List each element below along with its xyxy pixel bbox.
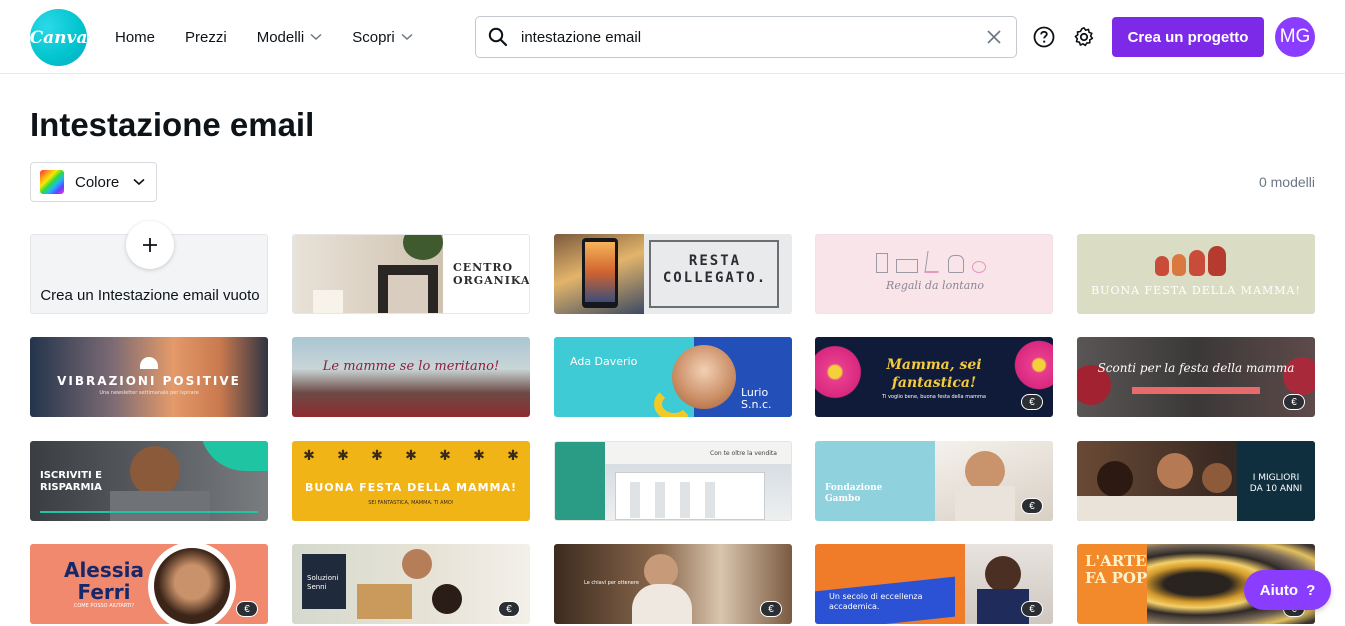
template-text: Ada Daverio	[570, 355, 638, 368]
plus-icon	[126, 221, 174, 269]
template-text: accademica.	[829, 602, 880, 611]
premium-badge: €	[760, 601, 782, 617]
help-chat-button[interactable]: Aiuto ?	[1244, 570, 1331, 610]
template-thumbnail[interactable]: Regali da lontano	[815, 234, 1053, 314]
premium-badge: €	[1021, 601, 1043, 617]
nav-modelli-label: Modelli	[256, 28, 305, 46]
template-text: ISCRIVITI E	[40, 470, 102, 481]
template-thumbnail[interactable]: I MIGLIORI DA 10 ANNI	[1077, 441, 1315, 521]
template-text: Senni	[307, 583, 327, 591]
gear-icon[interactable]	[1072, 25, 1096, 49]
template-thumbnail[interactable]: Con te oltre la vendita	[554, 441, 792, 521]
template-text: Alessia	[63, 558, 145, 582]
template-text: COLLEGATO.	[662, 270, 768, 286]
template-text: Soluzioni	[307, 574, 339, 582]
nav-modelli[interactable]: Modelli	[257, 29, 323, 46]
premium-badge: €	[236, 601, 258, 617]
nav-home-label: Home	[115, 28, 156, 46]
template-thumbnail[interactable]: VIBRAZIONI POSITIVE Una newsletter setti…	[30, 337, 268, 417]
template-text: CENTRO	[453, 261, 514, 274]
chevron-down-icon	[310, 33, 322, 41]
create-blank-tile[interactable]: Crea un Intestazione email vuoto	[30, 221, 268, 314]
nav-prezzi[interactable]: Prezzi	[185, 29, 227, 46]
template-text: ORGANIKA	[453, 274, 530, 287]
main-nav: Home Prezzi Modelli Scopri	[115, 0, 443, 74]
color-swatch-icon	[40, 170, 64, 194]
template-text: Gambo	[825, 494, 861, 504]
template-thumbnail[interactable]: BUONA FESTA DELLA MAMMA!	[1077, 234, 1315, 314]
color-filter-label: Colore	[75, 173, 120, 191]
nav-scopri[interactable]: Scopri	[352, 29, 413, 46]
template-thumbnail[interactable]: RESTA COLLEGATO.	[554, 234, 792, 314]
template-text: Mamma, sei	[886, 357, 982, 373]
template-text: Le mamme se lo meritano!	[322, 359, 500, 374]
template-text: S.n.c.	[741, 398, 772, 411]
template-text: BUONA FESTA DELLA MAMMA!	[304, 481, 518, 494]
template-thumbnail[interactable]: Un secolo di eccellenza accademica. €	[815, 544, 1053, 624]
template-thumbnail[interactable]: Alessia Ferri COME POSSO AIUTARTI? €	[30, 544, 268, 624]
create-project-button[interactable]: Crea un progetto	[1112, 17, 1264, 57]
template-text: SEI FANTASTICA, MAMMA. TI AMO!	[368, 500, 454, 506]
template-text: L'ARTE	[1085, 552, 1147, 570]
template-text: I MIGLIORI	[1252, 473, 1300, 483]
chevron-down-icon	[401, 33, 413, 41]
template-text: BUONA FESTA DELLA MAMMA!	[1091, 284, 1301, 297]
clear-search-icon[interactable]	[984, 27, 1004, 47]
template-thumbnail[interactable]: Mamma, sei fantastica! Ti voglio bene, b…	[815, 337, 1053, 417]
color-filter-dropdown[interactable]: Colore	[30, 162, 157, 202]
premium-badge: €	[498, 601, 520, 617]
premium-badge: €	[1283, 394, 1305, 410]
search-bar	[475, 16, 1017, 58]
template-text: Un secolo di eccellenza	[829, 592, 923, 601]
template-text: Fondazione	[825, 483, 883, 493]
template-thumbnail[interactable]: Le chiavi per ottenere €	[554, 544, 792, 624]
nav-prezzi-label: Prezzi	[185, 28, 227, 46]
template-text: fantastica!	[891, 375, 977, 391]
template-text: Con te oltre la vendita	[710, 450, 777, 457]
chevron-down-icon	[133, 178, 145, 186]
logo-text: Canva	[29, 27, 88, 48]
premium-badge: €	[1021, 498, 1043, 514]
template-thumbnail[interactable]: ✱ ✱ ✱ ✱ ✱ ✱ ✱ BUONA FESTA DELLA MAMMA! SEI FAN…	[292, 441, 530, 521]
question-mark-icon: ?	[1306, 581, 1316, 599]
template-text: VIBRAZIONI POSITIVE	[57, 374, 241, 388]
page-title: Intestazione email	[30, 106, 315, 143]
template-text: RESTA	[688, 253, 742, 269]
template-text: Le chiavi per ottenere	[584, 580, 639, 586]
canva-logo[interactable]: Canva	[30, 9, 87, 66]
template-count: 0 modelli	[1258, 174, 1315, 190]
template-thumbnail[interactable]: Fondazione Gambo €	[815, 441, 1053, 521]
template-text: Sconti per la festa della mamma	[1097, 361, 1295, 375]
template-thumbnail[interactable]: Soluzioni Senni €	[292, 544, 530, 624]
template-text: Ti voglio bene, buona festa della mamma	[882, 394, 986, 400]
top-navigation-bar: Canva Home Prezzi Modelli Scopri Crea un…	[0, 0, 1345, 74]
template-thumbnail[interactable]: Sconti per la festa della mamma €	[1077, 337, 1315, 417]
template-text: Una newsletter settimanale per ispirare	[99, 390, 199, 396]
template-thumbnail[interactable]: ISCRIVITI E RISPARMIA	[30, 441, 268, 521]
search-input[interactable]	[521, 28, 984, 46]
template-text: Ferri	[77, 580, 131, 604]
nav-scopri-label: Scopri	[352, 28, 395, 46]
help-icon[interactable]	[1032, 25, 1056, 49]
template-thumbnail[interactable]: CENTRO ORGANIKA	[292, 234, 530, 314]
avatar[interactable]: MG	[1275, 17, 1315, 57]
help-chat-label: Aiuto	[1259, 581, 1299, 599]
template-text: COME POSSO AIUTARTI?	[73, 603, 135, 609]
template-text: Regali da lontano	[886, 279, 984, 292]
template-thumbnail[interactable]: Le mamme se lo meritano!	[292, 337, 530, 417]
nav-home[interactable]: Home	[115, 29, 155, 46]
template-text: RISPARMIA	[40, 482, 102, 493]
template-thumbnail[interactable]: Ada Daverio Lurio S.n.c.	[554, 337, 792, 417]
create-blank-label: Crea un Intestazione email vuoto	[40, 287, 260, 304]
premium-badge: €	[1021, 394, 1043, 410]
search-icon	[488, 26, 510, 48]
template-text: DA 10 ANNI	[1249, 484, 1303, 494]
template-text: FA POP	[1085, 569, 1148, 587]
